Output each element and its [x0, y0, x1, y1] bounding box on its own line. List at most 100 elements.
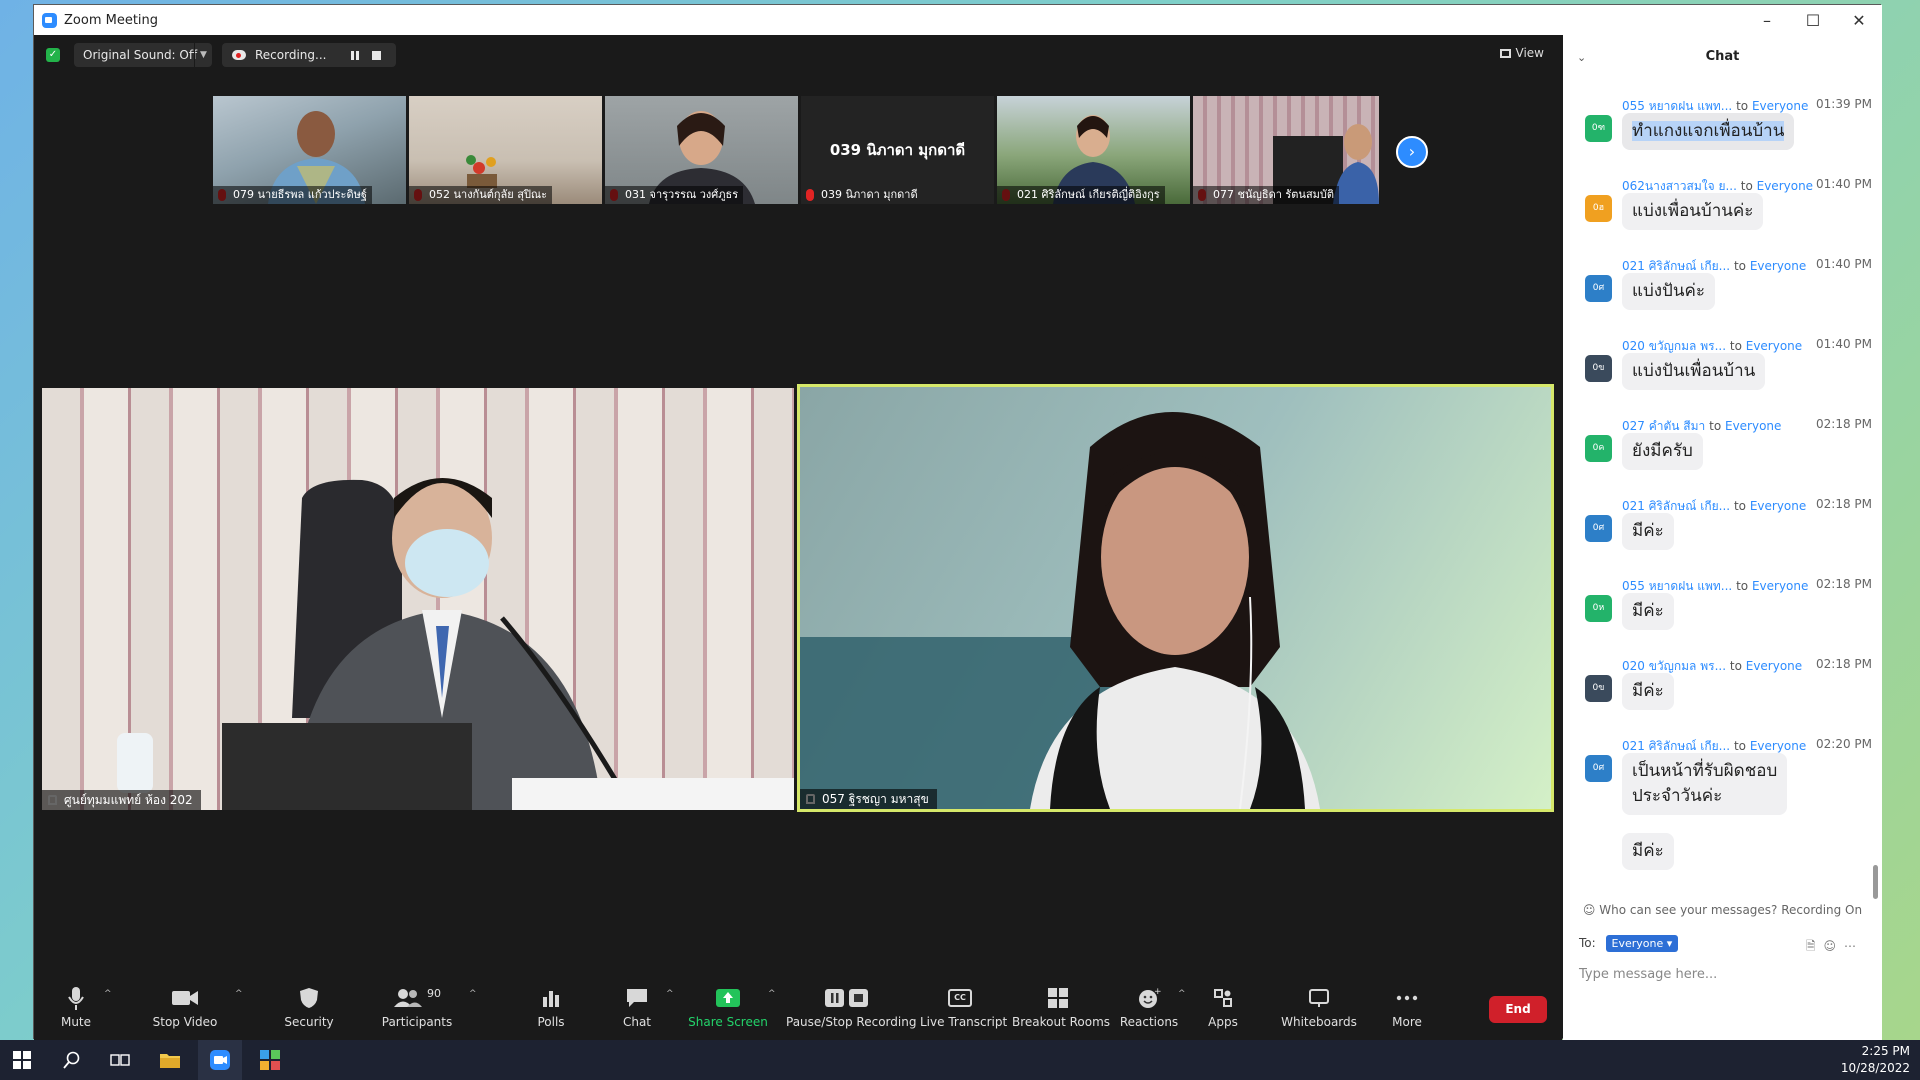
avatar: 0ศ [1585, 275, 1612, 302]
pause-stop-recording-button[interactable]: Pause/Stop Recording [786, 983, 917, 1040]
video-thumbnail[interactable]: 079 นายธีรพล แก้วประดิษฐ์ [213, 96, 406, 204]
avatar: 0ข [1585, 355, 1612, 382]
task-view-icon[interactable] [98, 1040, 142, 1080]
pause-stop-recording-label: Pause/Stop Recording [786, 1015, 917, 1029]
chat-scrollbar[interactable] [1873, 865, 1878, 899]
video-thumbnail[interactable]: 031 จารุวรรณ วงศ์ภูธร [605, 96, 798, 204]
pause-icon[interactable] [351, 51, 359, 60]
whiteboards-button[interactable]: Whiteboards [1277, 983, 1361, 1040]
video-thumbnail[interactable]: 052 นางกันต์กุลัย สุปิณะ [409, 96, 602, 204]
chat-message-input[interactable]: Type message here... [1579, 967, 1717, 982]
privacy-text: Who can see your messages? Recording On [1599, 903, 1863, 917]
more-label: More [1392, 1015, 1422, 1029]
stop-icon[interactable] [372, 51, 381, 60]
message-recipient[interactable]: Everyone [1752, 579, 1808, 593]
close-icon[interactable]: ✕ [1836, 5, 1882, 35]
reactions-button[interactable]: + Reactions ^ [1118, 983, 1186, 1040]
message-sender[interactable]: 021 ศิริลักษณ์ เกีย... [1622, 499, 1730, 513]
chat-button[interactable]: Chat ^ [610, 983, 674, 1040]
message-recipient[interactable]: Everyone [1750, 739, 1806, 753]
windows-start-icon[interactable] [0, 1040, 44, 1080]
message-recipient[interactable]: Everyone [1750, 259, 1806, 273]
more-options-icon[interactable]: ⋯ [1844, 939, 1864, 953]
polls-button[interactable]: Polls [524, 983, 578, 1040]
stop-video-button[interactable]: Stop Video ^ [137, 983, 243, 1040]
chevron-up-icon[interactable]: ^ [768, 989, 776, 999]
original-sound-label: Original Sound: Off [83, 48, 198, 62]
participant-video [117, 478, 794, 810]
video-tile-left[interactable]: ศูนย์ทุมมแพทย์ ห้อง 202 [42, 388, 794, 810]
message-bubble[interactable]: แบ่งปันค่ะ [1622, 273, 1715, 310]
apps-label: Apps [1208, 1015, 1238, 1029]
message-recipient[interactable]: Everyone [1752, 99, 1808, 113]
minimize-icon[interactable]: – [1744, 5, 1790, 35]
view-button[interactable]: View [1499, 46, 1544, 60]
message-sender[interactable]: 055 หยาดฝน แพท... [1622, 579, 1732, 593]
message-sender[interactable]: 020 ขวัญกมล พร... [1622, 339, 1726, 353]
share-screen-button[interactable]: Share Screen ^ [688, 983, 776, 1040]
message-bubble[interactable]: แบ่งเพื่อนบ้านค่ะ [1622, 193, 1764, 230]
view-icon [1499, 48, 1511, 58]
live-transcript-button[interactable]: CC Live Transcript [920, 983, 1007, 1040]
message-recipient[interactable]: Everyone [1746, 659, 1802, 673]
share-screen-label: Share Screen [688, 1015, 768, 1029]
message-text-line: ประจำวันค่ะ [1632, 786, 1723, 806]
message-bubble[interactable]: ยังมีครับ [1622, 433, 1703, 470]
apps-button[interactable]: Apps [1200, 983, 1246, 1040]
original-sound-button[interactable]: Original Sound: Off ▼ [74, 43, 212, 67]
message-recipient[interactable]: Everyone [1750, 499, 1806, 513]
privacy-notice[interactable]: ☺ Who can see your messages? Recording O… [1563, 903, 1882, 917]
pause-stop-icon [786, 983, 908, 1013]
chevron-up-icon[interactable]: ^ [104, 989, 112, 999]
message-recipient[interactable]: Everyone [1746, 339, 1802, 353]
recipient-dropdown[interactable]: Everyone ▾ [1605, 935, 1679, 952]
message-bubble[interactable]: มีค่ะ [1622, 513, 1674, 550]
message-sender[interactable]: 020 ขวัญกมล พร... [1622, 659, 1726, 673]
message-sender[interactable]: 021 ศิริลักษณ์ เกีย... [1622, 259, 1730, 273]
video-thumbnail[interactable]: 077 ชนัญธิดา รัตนสมบัติ [1193, 96, 1379, 204]
message-to: to [1733, 259, 1746, 273]
message-sender[interactable]: 027 คำตัน สีมา [1622, 419, 1705, 433]
file-icon[interactable]: 🗎 [1806, 939, 1824, 953]
windows-taskbar: 2:25 PM 10/28/2022 [0, 1040, 1920, 1080]
message-bubble[interactable]: มีค่ะ [1622, 593, 1674, 630]
security-button[interactable]: Security [274, 983, 344, 1040]
breakout-rooms-button[interactable]: Breakout Rooms [1012, 983, 1110, 1040]
avatar: 0ศ [1585, 515, 1612, 542]
chat-message-list[interactable]: 0ฑ 055 หยาดฝน แพท... to Everyone 01:39 P… [1563, 97, 1882, 897]
message-sender[interactable]: 055 หยาดฝน แพท... [1622, 99, 1732, 113]
more-button[interactable]: More [1383, 983, 1431, 1040]
chevron-down-icon[interactable]: ▼ [194, 43, 212, 67]
message-bubble[interactable]: มีค่ะ [1622, 673, 1674, 710]
more-icon [1383, 983, 1431, 1013]
message-sender[interactable]: 021 ศิริลักษณ์ เกีย... [1622, 739, 1730, 753]
message-bubble[interactable]: เป็นหน้าที่รับผิดชอบ ประจำวันค่ะ [1622, 753, 1788, 815]
next-page-arrow-icon[interactable]: › [1396, 136, 1428, 168]
maximize-icon[interactable]: ☐ [1790, 5, 1836, 35]
video-thumbnail[interactable]: 039 นิภาดา มุกดาดี 039 นิภาดา มุกดาดี [801, 96, 994, 204]
taskbar-clock[interactable]: 2:25 PM 10/28/2022 [1841, 1043, 1910, 1077]
mute-button[interactable]: Mute ^ [46, 983, 112, 1040]
video-thumbnail[interactable]: 021 ศิริลักษณ์ เกียรติญี่ติอิงกูร [997, 96, 1190, 204]
chevron-up-icon[interactable]: ^ [666, 989, 674, 999]
message-bubble[interactable]: แบ่งปันเพื่อนบ้าน [1622, 353, 1766, 390]
chevron-up-icon[interactable]: ^ [235, 989, 243, 999]
emoji-icon[interactable]: ☺ [1823, 939, 1844, 953]
file-explorer-icon[interactable] [148, 1040, 192, 1080]
chevron-up-icon[interactable]: ^ [469, 989, 477, 999]
chevron-up-icon[interactable]: ^ [1178, 989, 1186, 999]
message-sender[interactable]: 062นางสาวสมใจ ย... [1622, 179, 1737, 193]
message-bubble[interactable]: ทำแกงแจกเพื่อนบ้าน [1622, 113, 1795, 150]
shield-icon[interactable]: ✓ [46, 48, 60, 62]
search-icon[interactable] [50, 1040, 94, 1080]
thumbnail-name: 039 นิภาดา มุกดาดี [821, 188, 918, 201]
participants-button[interactable]: 90 Participants ^ [374, 983, 477, 1040]
message-bubble[interactable]: มีค่ะ [1622, 833, 1674, 870]
message-recipient[interactable]: Everyone [1757, 179, 1813, 193]
message-to: to [1733, 739, 1746, 753]
video-tile-active-speaker[interactable]: 057 ฐิรชญา มหาสุข [797, 384, 1554, 812]
message-recipient[interactable]: Everyone [1725, 419, 1781, 433]
end-meeting-button[interactable]: End [1489, 996, 1547, 1023]
app-grid-icon[interactable] [248, 1040, 292, 1080]
zoom-taskbar-icon[interactable] [198, 1040, 242, 1080]
